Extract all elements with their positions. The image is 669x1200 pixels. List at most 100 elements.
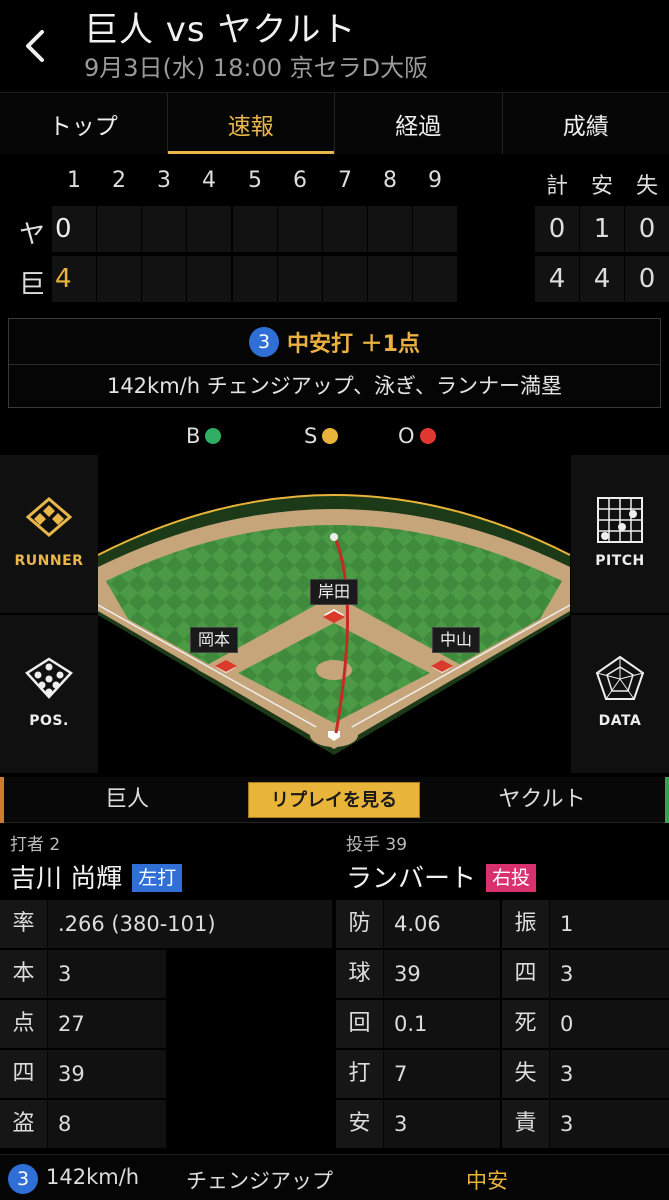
pitcher-stat-row: 振 1 <box>502 900 669 948</box>
pitcher-name: ランバート <box>346 864 477 894</box>
total-runs-header: 計 <box>545 174 568 199</box>
stat-key: 点 <box>0 1000 48 1048</box>
fielder-label: 中山 <box>432 627 480 653</box>
data-button[interactable]: DATA <box>571 615 669 773</box>
total-cell: 4 <box>580 256 624 302</box>
inning-header: 8 <box>383 168 397 193</box>
pitcher-role: 投手 39 <box>346 835 408 855</box>
score-cell <box>142 256 186 302</box>
chevron-left-icon <box>26 30 44 62</box>
score-cell <box>323 206 367 252</box>
stat-value: 0.1 <box>394 1012 428 1036</box>
strike-count: S <box>304 424 339 448</box>
pitcher-stat-row: 安 3 <box>336 1100 500 1148</box>
batter-stat-row: 四 39 <box>0 1050 166 1098</box>
tab-bar: トップ 速報 経過 成績 <box>0 92 669 154</box>
score-cell <box>413 256 457 302</box>
total-cell: 0 <box>625 206 669 252</box>
tab-progress[interactable]: 経過 <box>335 93 503 154</box>
score-cell <box>187 206 231 252</box>
play-summary: 3 中安打 ＋1点 142km/h チェンジアップ、泳ぎ、ランナー満塁 <box>8 318 661 408</box>
fielder-label: 岸田 <box>310 579 358 605</box>
pitch-log-row[interactable]: 3 142km/h チェンジアップ 中安 <box>0 1154 669 1200</box>
batter-role: 打者 2 <box>10 835 61 855</box>
position-label: POS. <box>29 713 69 729</box>
score-cell <box>187 256 231 302</box>
stat-value: 7 <box>394 1062 408 1086</box>
batter-name-row: 吉川 尚輝 左打 <box>10 858 183 895</box>
stat-value: 39 <box>394 962 421 986</box>
stat-key: 盗 <box>0 1100 48 1148</box>
stat-key: 本 <box>0 950 48 998</box>
data-label: DATA <box>598 713 642 729</box>
stat-key: 四 <box>502 950 550 998</box>
strike-indicator <box>322 428 339 444</box>
tab-live[interactable]: 速報 <box>167 93 335 154</box>
runner-diamond-icon <box>25 497 73 537</box>
stat-value: 8 <box>58 1112 72 1136</box>
score-cell: 4 <box>52 256 96 302</box>
stat-value: 3 <box>560 1062 574 1086</box>
runner-button[interactable]: RUNNER <box>0 455 98 613</box>
stat-value: 39 <box>58 1062 85 1086</box>
total-hits-header: 安 <box>590 174 613 199</box>
team-home-label: 巨 <box>18 270 45 300</box>
inning-header: 9 <box>428 168 442 193</box>
batting-side-badge: 左打 <box>132 864 183 892</box>
out-indicator <box>419 428 436 444</box>
fielder-label: 岡本 <box>190 627 238 653</box>
pitch-label: PITCH <box>595 553 645 569</box>
stat-value: .266 (380-101) <box>58 912 216 936</box>
stat-value: 4.06 <box>394 912 441 936</box>
position-button[interactable]: POS. <box>0 615 98 773</box>
score-cell <box>97 206 141 252</box>
play-title: 中安打 ＋1点 <box>287 331 420 357</box>
total-cell: 4 <box>535 256 579 302</box>
play-number-badge: 3 <box>249 326 280 357</box>
back-button[interactable] <box>16 24 56 68</box>
stat-key: 振 <box>502 900 550 948</box>
stat-key: 安 <box>336 1100 384 1148</box>
total-cell: 0 <box>535 206 579 252</box>
ball-indicator <box>205 428 222 444</box>
pitcher-stat-row: 回 0.1 <box>336 1000 500 1048</box>
batter-stat-row: 本 3 <box>0 950 166 998</box>
pitch-button[interactable]: PITCH <box>571 455 669 613</box>
score-cell <box>233 206 277 252</box>
ball-label: B <box>186 424 201 448</box>
pitcher-header: 投手 39 ランバート 右投 <box>336 826 669 898</box>
inning-header: 7 <box>338 168 352 193</box>
pitcher-stat-row: 打 7 <box>336 1050 500 1098</box>
strike-label: S <box>304 424 318 448</box>
total-errors-header: 失 <box>635 174 658 199</box>
inning-header: 6 <box>293 168 307 193</box>
stat-value: 3 <box>58 962 72 986</box>
batter-stat-row: 盗 8 <box>0 1100 166 1148</box>
home-team-button[interactable]: 巨人 <box>0 777 250 823</box>
score-cell: 0 <box>52 206 96 252</box>
play-header: 3 中安打 ＋1点 <box>9 319 660 365</box>
batter-header: 打者 2 吉川 尚輝 左打 <box>0 826 334 898</box>
play-description: 142km/h チェンジアップ、泳ぎ、ランナー満塁 <box>106 374 563 398</box>
pitcher-stat-row: 四 3 <box>502 950 669 998</box>
score-cell <box>278 256 322 302</box>
away-team-button[interactable]: ヤクルト <box>419 777 669 823</box>
page-title: 巨人 vs ヤクルト <box>84 10 357 50</box>
header: 巨人 vs ヤクルト 9月3日(水) 18:00 京セラD大阪 <box>0 0 669 90</box>
runner-label: RUNNER <box>14 553 84 569</box>
team-bar: 巨人 リプレイを見る ヤクルト <box>0 777 669 823</box>
tab-stats[interactable]: 成績 <box>503 93 669 154</box>
stat-value: 1 <box>560 912 574 936</box>
pitcher-stat-row: 死 0 <box>502 1000 669 1048</box>
stat-key: 死 <box>502 1000 550 1048</box>
pitcher-stat-row: 失 3 <box>502 1050 669 1098</box>
score-cell <box>368 206 412 252</box>
pitcher-name-row: ランバート 右投 <box>346 858 537 895</box>
game-info: 9月3日(水) 18:00 京セラD大阪 <box>84 54 429 82</box>
stat-value: 27 <box>58 1012 85 1036</box>
ball-count: B <box>186 424 222 448</box>
pitch-grid-icon <box>597 497 643 543</box>
replay-button[interactable]: リプレイを見る <box>248 782 420 818</box>
batter-name: 吉川 尚輝 <box>10 864 123 894</box>
tab-top[interactable]: トップ <box>0 93 168 154</box>
